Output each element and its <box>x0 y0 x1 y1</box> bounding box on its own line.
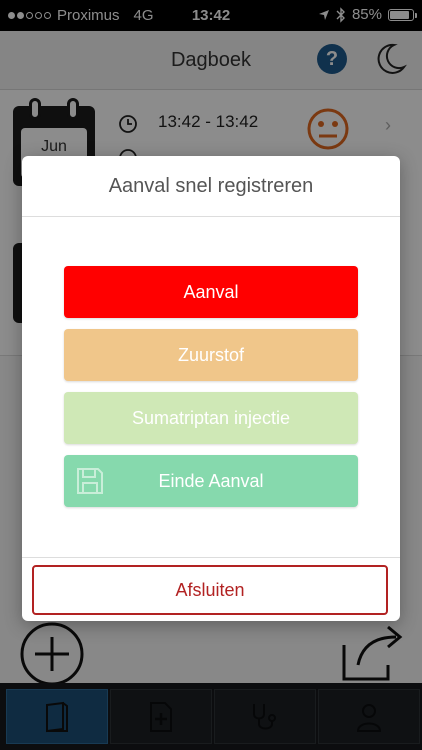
oxygen-button-label: Zuurstof <box>177 345 245 365</box>
sumatriptan-injection-button[interactable]: Sumatriptan injectie <box>64 392 358 444</box>
end-attack-button[interactable]: Einde Aanval <box>64 455 358 507</box>
oxygen-button[interactable]: Zuurstof <box>64 329 358 381</box>
divider <box>22 557 400 558</box>
quick-register-dialog: Aanval snel registreren Aanval Zuurstof … <box>22 156 400 621</box>
dialog-title: Aanval snel registreren <box>22 156 400 217</box>
end-attack-button-label: Einde Aanval <box>158 471 264 491</box>
sumatriptan-button-label: Sumatriptan injectie <box>131 408 291 428</box>
attack-button-label: Aanval <box>183 282 239 302</box>
save-disk-icon <box>77 468 103 494</box>
close-button-label: Afsluiten <box>175 580 245 600</box>
attack-button[interactable]: Aanval <box>64 266 358 318</box>
close-button[interactable]: Afsluiten <box>32 565 388 615</box>
